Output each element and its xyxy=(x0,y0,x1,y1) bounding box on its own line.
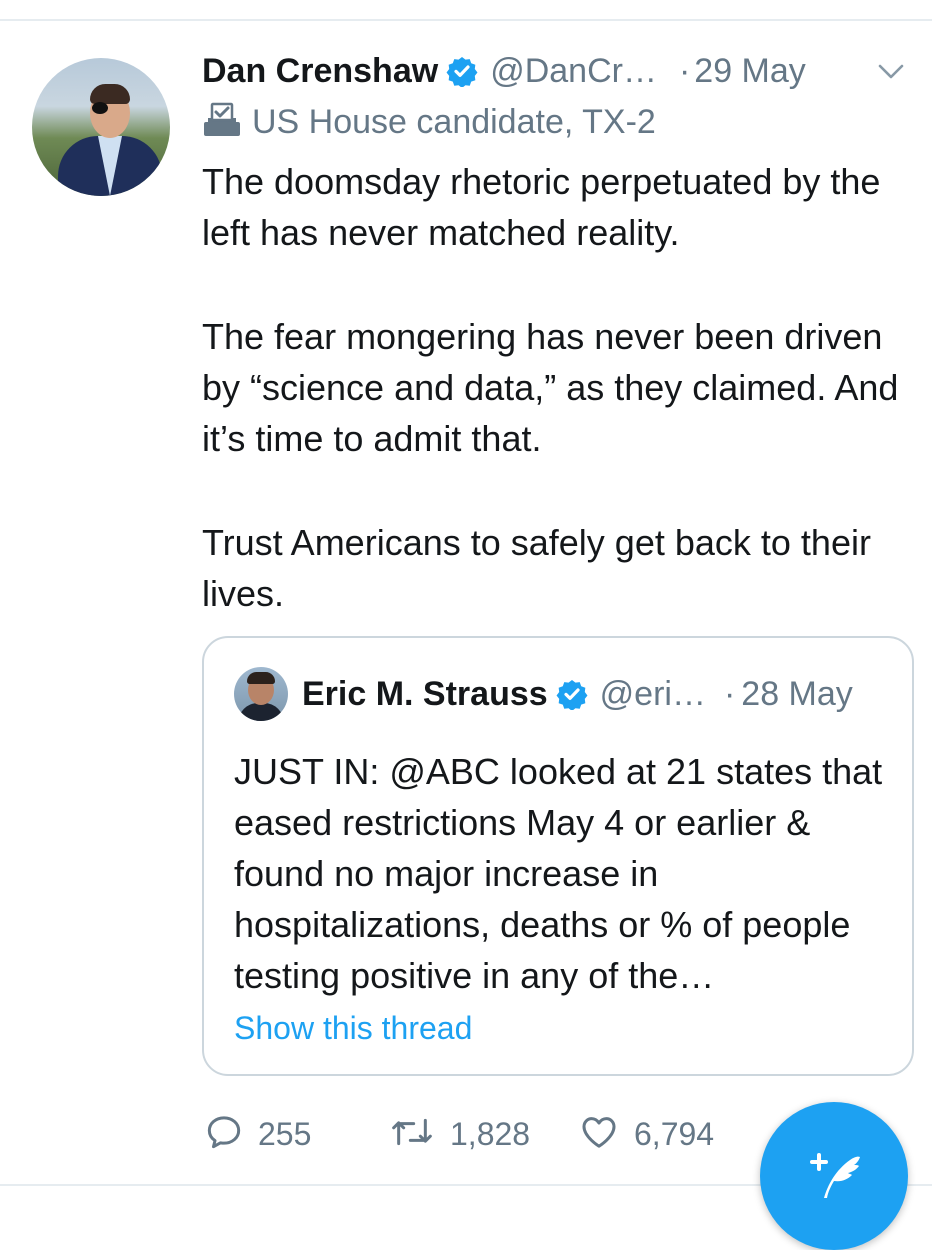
tweet-text: The doomsday rhetoric perpetuated by the… xyxy=(202,156,902,619)
heart-icon xyxy=(578,1112,620,1157)
quoted-tweet-text: JUST IN: @ABC looked at 21 states that e… xyxy=(234,751,883,996)
author-avatar[interactable] xyxy=(32,58,170,196)
verified-badge-icon xyxy=(556,678,588,710)
quoted-author-avatar xyxy=(234,667,288,721)
tweet-paragraph-3: Trust Americans to safely get back to th… xyxy=(202,522,871,614)
candidate-label-row: US House candidate, TX-2 xyxy=(202,100,656,144)
chevron-down-icon[interactable] xyxy=(876,56,906,91)
top-divider xyxy=(0,19,932,21)
candidate-label: US House candidate, TX-2 xyxy=(252,102,656,141)
ballot-box-icon xyxy=(202,102,242,143)
reply-count: 255 xyxy=(258,1115,312,1152)
tweet-header: Dan Crenshaw @DanCr… · 29 May xyxy=(202,48,922,94)
compose-tweet-button[interactable] xyxy=(760,1102,908,1250)
separator-dot: · xyxy=(678,51,691,90)
separator-dot: · xyxy=(723,674,736,713)
reply-icon xyxy=(204,1112,244,1157)
show-thread-link[interactable]: Show this thread xyxy=(234,1010,472,1047)
quoted-author-name: Eric M. Strauss xyxy=(302,674,548,713)
like-count: 6,794 xyxy=(634,1115,715,1152)
tweet-paragraph-1: The doomsday rhetoric perpetuated by the… xyxy=(202,161,881,253)
like-button[interactable]: 6,794 xyxy=(578,1110,714,1158)
retweet-button[interactable]: 1,828 xyxy=(388,1110,530,1158)
quoted-tweet-card[interactable]: Eric M. Strauss @eri… · 28 May JUST IN: … xyxy=(202,636,914,1076)
tweet-action-bar: 255 1,828 6,794 xyxy=(204,1110,764,1158)
verified-badge-icon xyxy=(446,55,478,87)
retweet-icon xyxy=(388,1112,436,1157)
tweet-date[interactable]: 29 May xyxy=(694,52,806,91)
author-handle[interactable]: @DanCr… xyxy=(490,52,657,91)
quoted-tweet-date: 28 May xyxy=(741,674,853,713)
quoted-tweet-header: Eric M. Strauss @eri… · 28 May xyxy=(234,666,853,722)
retweet-count: 1,828 xyxy=(450,1115,531,1152)
reply-button[interactable]: 255 xyxy=(204,1110,311,1158)
quoted-author-handle: @eri… xyxy=(599,674,706,713)
tweet-paragraph-2: The fear mongering has never been driven… xyxy=(202,316,899,459)
author-name[interactable]: Dan Crenshaw xyxy=(202,52,438,91)
